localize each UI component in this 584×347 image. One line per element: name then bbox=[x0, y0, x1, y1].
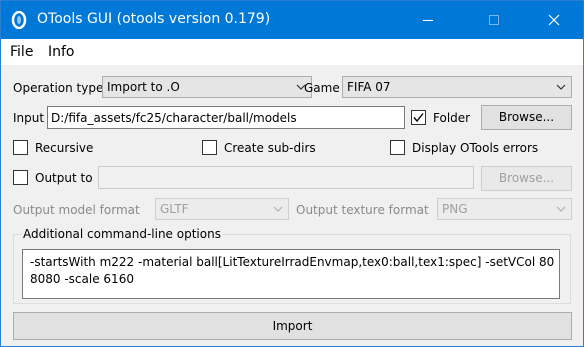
cmdline-value: -startsWith m222 -material ball[LitTextu… bbox=[30, 255, 555, 286]
cmdline-textarea[interactable]: -startsWith m222 -material ball[LitTextu… bbox=[22, 249, 560, 299]
title-bar[interactable]: OTools GUI (otools version 0.179) bbox=[1, 1, 583, 39]
input-path-field[interactable]: D:/fifa_assets/fc25/character/ball/model… bbox=[47, 106, 405, 129]
window-title: OTools GUI (otools version 0.179) bbox=[37, 11, 271, 27]
texture-format-select[interactable]: PNG bbox=[437, 198, 572, 220]
model-format-select[interactable]: GLTF bbox=[155, 198, 289, 220]
operation-type-label: Operation type bbox=[13, 81, 104, 95]
output-path-field[interactable] bbox=[98, 166, 474, 189]
maximize-icon bbox=[489, 15, 499, 25]
app-window: OTools GUI (otools version 0.179) File I… bbox=[0, 0, 584, 347]
texture-format-value: PNG bbox=[442, 202, 468, 216]
create-subdirs-label: Create sub-dirs bbox=[224, 141, 316, 155]
game-value: FIFA 07 bbox=[347, 80, 391, 94]
operation-type-select[interactable]: Import to .O bbox=[102, 76, 312, 98]
chevron-down-icon bbox=[556, 84, 566, 90]
game-select[interactable]: FIFA 07 bbox=[342, 76, 572, 98]
close-icon bbox=[548, 14, 560, 26]
model-format-label: Output model format bbox=[13, 203, 140, 217]
maximize-button[interactable] bbox=[471, 1, 517, 39]
import-button[interactable]: Import bbox=[13, 312, 572, 340]
output-browse-button[interactable]: Browse... bbox=[481, 166, 572, 191]
create-subdirs-checkbox[interactable] bbox=[202, 140, 217, 155]
output-to-label: Output to bbox=[35, 171, 93, 185]
input-label: Input bbox=[13, 111, 45, 125]
checkmark-icon bbox=[413, 113, 424, 123]
display-errors-label: Display OTools errors bbox=[412, 141, 539, 155]
input-path-value: D:/fifa_assets/fc25/character/ball/model… bbox=[51, 111, 297, 125]
menu-file[interactable]: File bbox=[10, 44, 33, 60]
cmdline-group-label: Additional command-line options bbox=[21, 227, 223, 241]
recursive-checkbox[interactable] bbox=[13, 140, 28, 155]
close-button[interactable] bbox=[531, 1, 577, 39]
model-format-value: GLTF bbox=[160, 202, 189, 216]
menu-bar: File Info bbox=[1, 39, 583, 65]
input-browse-button[interactable]: Browse... bbox=[481, 105, 572, 130]
chevron-down-icon bbox=[273, 206, 283, 212]
display-errors-checkbox[interactable] bbox=[390, 140, 405, 155]
operation-type-value: Import to .O bbox=[107, 80, 180, 94]
output-to-checkbox[interactable] bbox=[13, 170, 28, 185]
minimize-button[interactable] bbox=[405, 1, 451, 39]
chevron-down-icon bbox=[556, 206, 566, 212]
folder-checkbox[interactable] bbox=[411, 110, 426, 125]
folder-label: Folder bbox=[433, 111, 471, 125]
menu-info[interactable]: Info bbox=[48, 44, 75, 60]
game-label: Game bbox=[304, 81, 340, 95]
minimize-icon bbox=[423, 20, 433, 21]
texture-format-label: Output texture format bbox=[296, 203, 429, 217]
app-logo-icon bbox=[11, 11, 27, 29]
recursive-label: Recursive bbox=[35, 141, 94, 155]
